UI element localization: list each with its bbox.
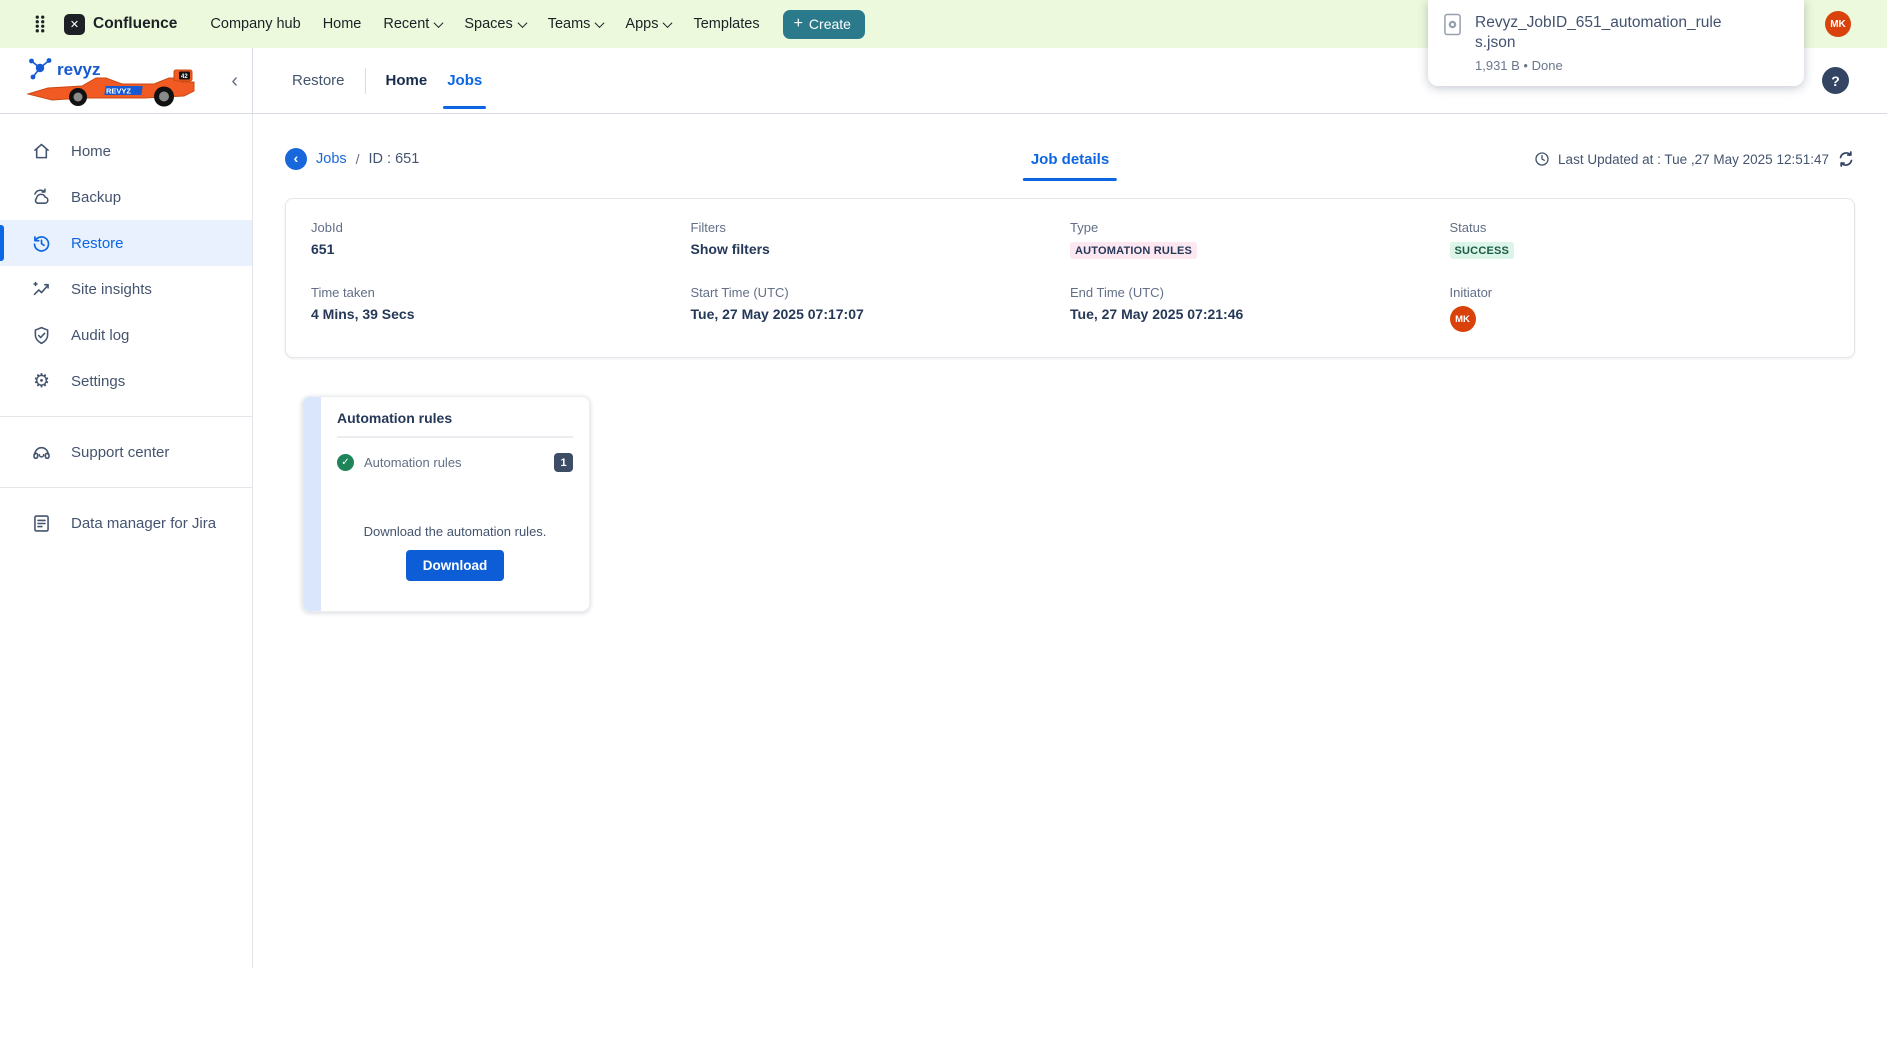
download-button[interactable]: Download [406,550,505,581]
last-updated-text: Last Updated at : Tue ,27 May 2025 12:51… [1558,152,1829,167]
field-time-taken: Time taken 4 Mins, 39 Secs [311,285,691,332]
download-notification[interactable]: Revyz_JobID_651_automation_rules.json 1,… [1428,0,1804,86]
field-type: Type AUTOMATION RULES [1070,220,1450,259]
field-start-time: Start Time (UTC) Tue, 27 May 2025 07:17:… [691,285,1071,332]
grid-dots-icon [30,13,50,35]
plus-icon: + [794,16,803,32]
show-filters-link[interactable]: Show filters [691,241,1071,257]
sidebar-divider [0,487,252,488]
module-nav-jobs[interactable]: Jobs [447,72,482,89]
rule-row: ✓ Automation rules 1 [337,453,573,472]
app-root: ✕ Confluence Company hub Home Recent Spa… [0,0,1887,1043]
breadcrumb-current: ID : 651 [369,151,420,167]
field-jobid: JobId 651 [311,220,691,259]
refresh-icon [1837,150,1855,168]
nav-apps[interactable]: Apps [625,16,671,32]
job-details-card: JobId 651 Filters Show filters Type AUTO… [285,198,1855,358]
nav-templates[interactable]: Templates [693,16,759,32]
card-title: Automation rules [337,410,573,438]
sidebar-item-backup[interactable]: Backup [0,174,252,220]
gear-icon: ⚙ [31,372,52,391]
sidebar-item-audit-log[interactable]: Audit log [0,312,252,358]
help-button[interactable]: ? [1822,67,1849,94]
nav-company-hub[interactable]: Company hub [210,16,300,32]
insights-chart-icon [31,279,52,300]
chevron-down-icon [595,18,605,28]
app-switcher-icon[interactable] [25,9,55,39]
clock-icon [1534,151,1550,167]
field-filters: Filters Show filters [691,220,1071,259]
chevron-down-icon [434,18,444,28]
status-badge: SUCCESS [1450,242,1515,259]
download-info: Revyz_JobID_651_automation_rules.json 1,… [1475,13,1733,73]
app-title[interactable]: Confluence [93,15,177,33]
success-check-icon: ✓ [337,454,354,471]
nav-divider [365,68,366,94]
sidebar-item-support-center[interactable]: Support center [0,429,252,475]
brand-zone: revyz 42 REVYZ ‹ [0,48,253,113]
back-button[interactable]: ‹ [285,148,307,170]
last-updated: Last Updated at : Tue ,27 May 2025 12:51… [1534,150,1855,168]
create-button[interactable]: + Create [783,10,865,39]
module-nav: Restore Home Jobs [253,48,482,113]
sidebar-item-home[interactable]: Home [0,128,252,174]
document-icon [31,513,52,534]
refresh-button[interactable] [1837,150,1855,168]
sidebar-divider [0,416,252,417]
restore-clock-icon [31,233,52,254]
backup-cloud-icon [31,187,52,208]
nav-recent[interactable]: Recent [383,16,442,32]
automation-rules-card: Automation rules ✓ Automation rules 1 Do… [302,396,590,612]
nav-spaces[interactable]: Spaces [464,16,525,32]
download-hint: Download the automation rules. [337,524,573,539]
body-row: Home Backup Restore [0,114,1887,968]
download-filename: Revyz_JobID_651_automation_rules.json [1475,13,1733,54]
main-content: ‹ Jobs / ID : 651 Job details Last Updat… [253,114,1887,968]
download-size-status: 1,931 B • Done [1475,58,1733,73]
field-end-time: End Time (UTC) Tue, 27 May 2025 07:21:46 [1070,285,1450,332]
card-accent-stripe [303,397,321,611]
module-nav-home[interactable]: Home [386,72,428,89]
breadcrumb-jobs-link[interactable]: Jobs [316,151,347,167]
user-avatar[interactable]: MK [1825,11,1851,37]
headset-icon [31,442,52,463]
breadcrumb: ‹ Jobs / ID : 651 [285,148,419,170]
chevron-down-icon [517,18,527,28]
svg-text:revyz: revyz [57,60,100,79]
page-head: ‹ Jobs / ID : 651 Job details Last Updat… [285,146,1855,172]
breadcrumb-separator: / [356,151,360,167]
rule-count-badge: 1 [554,453,573,472]
card-body: Automation rules ✓ Automation rules 1 Do… [321,397,589,611]
top-nav: Company hub Home Recent Spaces Teams App… [199,16,770,32]
revyz-logo: revyz 42 REVYZ [26,55,206,107]
audit-shield-icon [31,325,52,346]
rule-row-label: Automation rules [364,455,544,470]
type-badge: AUTOMATION RULES [1070,242,1197,259]
sidebar-item-restore[interactable]: Restore [0,220,252,266]
sidebar-item-data-manager-jira[interactable]: Data manager for Jira [0,500,252,546]
sidebar: Home Backup Restore [0,114,253,968]
svg-text:42: 42 [181,74,188,80]
confluence-logo-icon[interactable]: ✕ [64,14,85,35]
field-initiator: Initiator MK [1450,285,1830,332]
nav-home[interactable]: Home [323,16,362,32]
sidebar-collapse-button[interactable]: ‹ [227,69,242,93]
sidebar-item-site-insights[interactable]: Site insights [0,266,252,312]
home-icon [31,141,52,162]
module-nav-restore[interactable]: Restore [292,72,345,89]
file-icon [1443,13,1462,36]
sidebar-item-settings[interactable]: ⚙ Settings [0,358,252,404]
svg-text:REVYZ: REVYZ [106,86,131,95]
field-status: Status SUCCESS [1450,220,1830,259]
initiator-avatar: MK [1450,306,1476,332]
tab-job-details[interactable]: Job details [1031,151,1109,168]
nav-teams[interactable]: Teams [548,16,604,32]
chevron-down-icon [663,18,673,28]
